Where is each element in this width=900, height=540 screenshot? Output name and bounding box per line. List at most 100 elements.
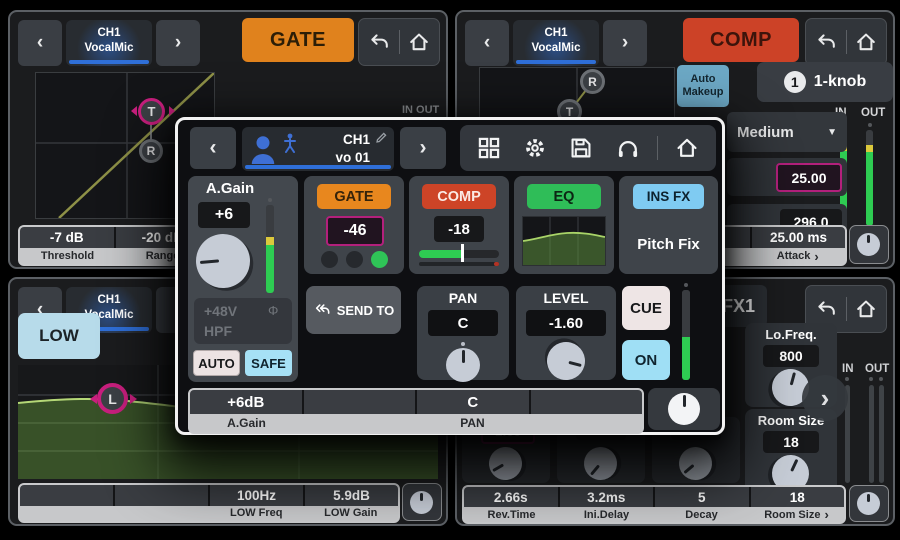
ratio-handle[interactable]: R — [580, 69, 605, 94]
safe-button[interactable]: SAFE — [245, 350, 292, 376]
param-value[interactable] — [304, 390, 418, 414]
home-icon[interactable] — [849, 25, 883, 59]
next-channel-button[interactable]: › — [603, 20, 647, 66]
selected-underline — [245, 165, 391, 169]
param-value[interactable]: +6dB — [190, 390, 304, 414]
divider — [846, 30, 847, 54]
param-knob-button[interactable] — [849, 485, 889, 522]
phantom-48v-button[interactable]: +48V — [204, 303, 237, 319]
threshold-value[interactable]: 25.00 — [776, 163, 842, 192]
chevron-right-icon: › — [420, 136, 427, 160]
param-value[interactable] — [531, 390, 643, 414]
room-size-value[interactable]: 18 — [763, 431, 819, 453]
again-knob[interactable] — [194, 232, 253, 291]
decay-knob[interactable] — [672, 440, 718, 486]
ini-delay-knob[interactable] — [577, 440, 623, 486]
chevron-left-icon: ‹ — [210, 136, 217, 160]
param-label: Threshold — [20, 248, 115, 264]
auto-makeup-button[interactable]: AutoMakeup — [677, 65, 729, 107]
param-label: LOW Freq — [209, 506, 304, 521]
input-options-box: +48V Φ HPF — [194, 298, 292, 344]
gate-title-button[interactable]: GATE — [242, 18, 354, 62]
param-value[interactable]: C — [417, 390, 531, 414]
level-knob[interactable] — [543, 338, 590, 385]
param-value[interactable]: 2.66s — [464, 487, 560, 507]
param-knob-button[interactable] — [648, 388, 720, 430]
room-size-box: Room Size 18 — [745, 409, 837, 493]
prev-channel-button[interactable]: ‹ — [18, 20, 62, 66]
prev-channel-button[interactable]: ‹ — [190, 127, 236, 169]
pan-value[interactable]: C — [428, 310, 498, 336]
param-label — [20, 506, 115, 521]
chevron-right-icon: › — [622, 32, 628, 54]
meter-out-label: OUT — [865, 363, 889, 375]
meter-peak-dot — [684, 283, 688, 287]
param-value[interactable]: 5 — [655, 487, 751, 507]
param-knob-button[interactable] — [849, 225, 889, 264]
pan-section: PAN C — [417, 286, 509, 380]
cue-button[interactable]: CUE — [622, 286, 670, 330]
next-channel-button[interactable]: › — [400, 127, 446, 169]
level-value[interactable]: -1.60 — [526, 310, 606, 336]
param-value[interactable]: 3.2ms — [560, 487, 656, 507]
lo-freq-value[interactable]: 800 — [763, 345, 819, 367]
next-page-button[interactable]: › — [802, 375, 848, 421]
prev-channel-button[interactable]: ‹ — [465, 20, 509, 66]
knee-dropdown[interactable]: Medium▼ — [727, 112, 847, 152]
undo-icon[interactable] — [809, 25, 843, 59]
undo-icon[interactable] — [362, 25, 396, 59]
headphones-icon[interactable] — [611, 131, 645, 165]
comp-title-button[interactable]: COMP — [683, 18, 799, 62]
undo-icon[interactable] — [809, 292, 843, 326]
next-channel-button[interactable]: › — [156, 20, 200, 66]
param-label — [529, 414, 642, 432]
save-icon[interactable] — [564, 131, 598, 165]
auto-gain-button[interactable]: AUTO — [193, 350, 240, 376]
again-value[interactable]: +6 — [198, 202, 250, 228]
overlay-toolbar — [460, 125, 716, 171]
insfx-section[interactable]: INS FX Pitch Fix — [619, 176, 718, 274]
eq-section[interactable]: EQ — [514, 176, 614, 274]
level-label: LEVEL — [516, 290, 616, 306]
meter-peak-dot — [868, 123, 872, 127]
out-meter — [866, 130, 873, 226]
param-value[interactable]: 25.00 ms — [752, 227, 845, 248]
low-band-button[interactable]: LOW — [18, 313, 100, 359]
param-value[interactable] — [115, 485, 210, 506]
home-icon[interactable] — [849, 292, 883, 326]
send-to-button[interactable]: SEND TO — [306, 286, 401, 334]
overlay-param-bar: +6dB C A.Gain PAN — [188, 388, 644, 434]
param-value[interactable] — [20, 485, 115, 506]
one-knob-button[interactable]: 1 1-knob — [757, 62, 893, 102]
on-button[interactable]: ON — [622, 340, 670, 380]
meter-in-label: IN — [842, 363, 854, 375]
channel-display-button[interactable]: CH1 vo 01 — [242, 127, 394, 171]
home-icon[interactable] — [670, 131, 704, 165]
channel-select-button[interactable]: CH1 VocalMic — [513, 20, 599, 66]
rev-time-knob[interactable] — [483, 441, 528, 486]
gear-icon[interactable] — [518, 131, 552, 165]
out-meter-right — [879, 385, 884, 483]
pan-center-dot — [461, 342, 465, 346]
param-label — [303, 414, 416, 432]
param-value[interactable]: 18 — [751, 487, 845, 507]
phase-icon[interactable]: Φ — [268, 303, 278, 318]
param-value[interactable]: 100Hz — [210, 485, 305, 506]
pan-knob[interactable] — [446, 348, 480, 382]
out-meter-left — [869, 385, 874, 483]
comp-section[interactable]: COMP -18 — [409, 176, 509, 274]
range-handle[interactable]: R — [139, 139, 163, 163]
gate-led-active-icon — [371, 251, 388, 268]
hpf-button[interactable]: HPF — [204, 323, 232, 339]
low-band-handle[interactable]: L — [97, 383, 128, 414]
param-knob-button[interactable] — [402, 483, 442, 521]
threshold-handle[interactable]: T — [138, 98, 165, 125]
grid-menu-icon[interactable] — [472, 131, 506, 165]
param-value[interactable]: 5.9dB — [305, 485, 398, 506]
divider — [657, 136, 658, 160]
channel-select-button[interactable]: CH1 VocalMic — [66, 20, 152, 66]
home-icon[interactable] — [402, 25, 436, 59]
param-value[interactable]: -7 dB — [20, 227, 116, 248]
lo-freq-label: Lo.Freq. — [745, 327, 837, 342]
gate-section[interactable]: GATE -46 — [304, 176, 404, 274]
